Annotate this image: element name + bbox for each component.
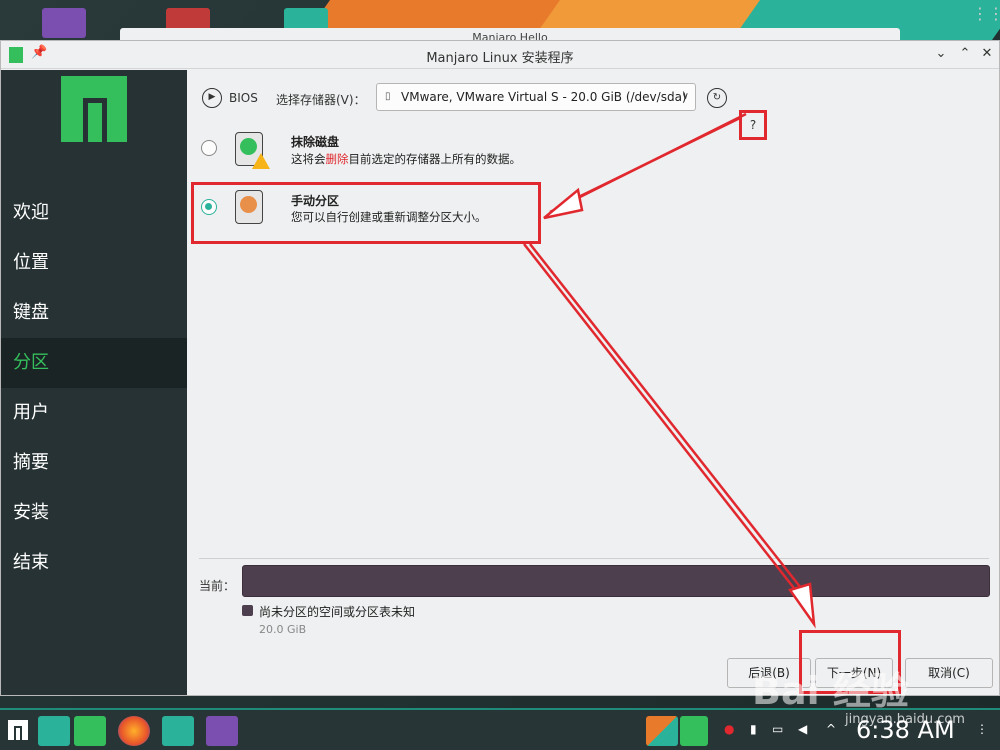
firefox-icon[interactable] bbox=[118, 716, 150, 746]
desktop-switch-icon[interactable] bbox=[38, 716, 70, 746]
tray-app-icon[interactable] bbox=[646, 716, 678, 746]
storage-label: 选择存储器(V)： bbox=[276, 93, 366, 107]
sidebar-item[interactable]: 安装 bbox=[1, 488, 187, 538]
erase-disk-desc: 这将会删除目前选定的存储器上所有的数据。 bbox=[291, 152, 521, 166]
manjaro-hello-taskbar-icon[interactable] bbox=[162, 716, 194, 746]
legend-swatch bbox=[242, 605, 253, 616]
main-panel: ▶ BIOS 选择存储器(V)： ▯ VMware, VMware Virtua… bbox=[187, 70, 999, 695]
legend-size: 20.0 GiB bbox=[259, 623, 307, 636]
current-label: 当前： bbox=[199, 579, 236, 593]
tray-disk-icon[interactable] bbox=[680, 716, 708, 746]
tray-settings-icon[interactable]: ⋮ bbox=[976, 722, 988, 736]
cancel-button[interactable]: 取消(C) bbox=[905, 658, 993, 688]
divider bbox=[199, 558, 989, 559]
file-manager-icon[interactable] bbox=[74, 716, 106, 746]
manjaro-logo bbox=[61, 76, 127, 142]
close-icon[interactable]: ✕ bbox=[977, 44, 997, 64]
sidebar-item[interactable]: 位置 bbox=[1, 238, 187, 288]
sidebar-item[interactable]: 结束 bbox=[1, 538, 187, 588]
maximize-icon[interactable]: ⌃ bbox=[955, 44, 975, 64]
erase-disk-title: 抹除磁盘 bbox=[291, 135, 340, 149]
window-title: Manjaro Linux 安装程序 bbox=[426, 51, 574, 66]
partition-bar bbox=[242, 565, 990, 597]
sidebar-item[interactable]: 欢迎 bbox=[1, 188, 187, 238]
help-button[interactable]: ? bbox=[739, 110, 767, 140]
annotation-highlight-box bbox=[191, 182, 541, 244]
chevron-down-icon: ∨ bbox=[681, 91, 689, 102]
volume-icon[interactable]: ◀ bbox=[798, 722, 807, 736]
bios-play-icon: ▶ bbox=[202, 88, 222, 108]
watermark: Bai 经验 bbox=[752, 669, 909, 713]
installer-taskbar-icon[interactable] bbox=[206, 716, 238, 746]
installer-window: 📌 Manjaro Linux 安装程序 ⌄ ⌃ ✕ 欢迎 位置 键盘 分区 用户 摘要安… bbox=[0, 40, 1000, 696]
sidebar: 欢迎 位置 键盘 分区 用户 摘要 安装 结束 bbox=[1, 70, 187, 695]
disk-icon: ▯ bbox=[385, 91, 391, 102]
tray-ghost-icon[interactable]: ● bbox=[724, 722, 734, 736]
tray-expand-icon[interactable]: ^ bbox=[826, 722, 836, 736]
bios-label: BIOS bbox=[229, 91, 258, 105]
legend-text: 尚未分区的空间或分区表未知 bbox=[259, 605, 416, 619]
application-menu-icon[interactable] bbox=[4, 716, 36, 746]
tray-usb-icon[interactable]: ▮ bbox=[750, 722, 757, 736]
desktop-install-icon[interactable] bbox=[42, 8, 86, 38]
storage-select-value: VMware, VMware Virtual S - 20.0 GiB (/de… bbox=[401, 90, 687, 104]
sidebar-item[interactable]: 用户 bbox=[1, 388, 187, 438]
sidebar-item[interactable]: 键盘 bbox=[1, 288, 187, 338]
erase-disk-radio[interactable] bbox=[201, 140, 217, 156]
sidebar-item[interactable]: 摘要 bbox=[1, 438, 187, 488]
tray-clipboard-icon[interactable]: ▭ bbox=[772, 722, 783, 736]
erase-disk-icon bbox=[235, 132, 270, 169]
minimize-icon[interactable]: ⌄ bbox=[931, 44, 951, 64]
watermark-url: jingyan.baidu.com bbox=[845, 712, 965, 727]
storage-select[interactable]: ▯ VMware, VMware Virtual S - 20.0 GiB (/… bbox=[376, 83, 696, 111]
refresh-icon[interactable]: ↻ bbox=[707, 88, 727, 108]
title-bar: 📌 Manjaro Linux 安装程序 ⌄ ⌃ ✕ bbox=[1, 41, 999, 69]
sidebar-item[interactable]: 分区 bbox=[1, 338, 187, 388]
desktop-grid-icon[interactable]: ⋮⋮ bbox=[972, 4, 1000, 26]
